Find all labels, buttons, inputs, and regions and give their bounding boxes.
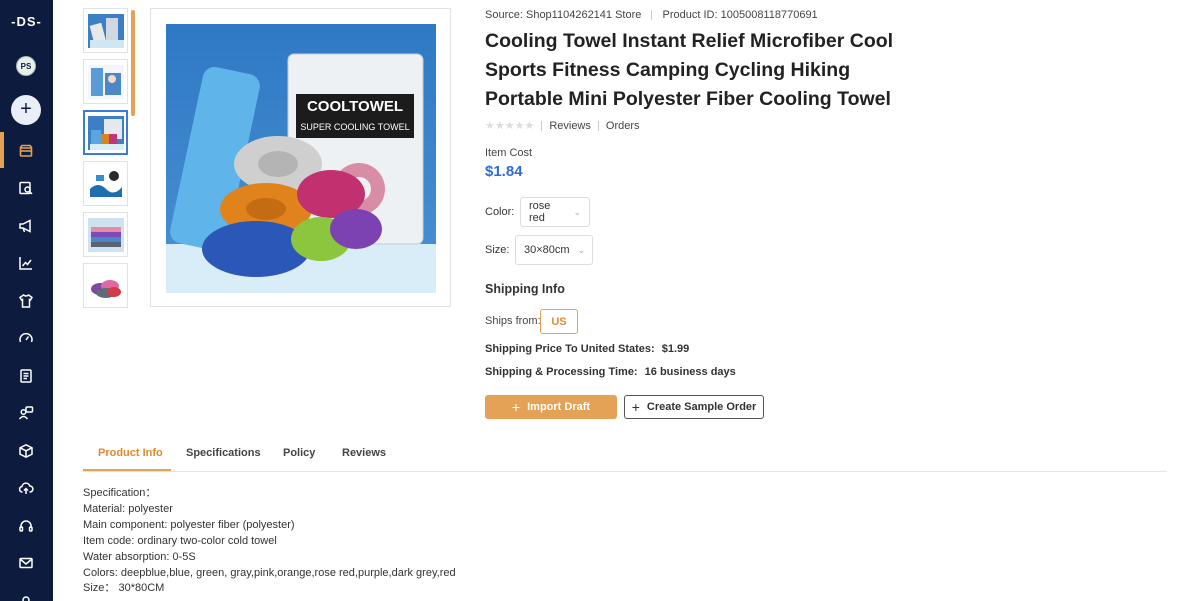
import-draft-label: Import Draft bbox=[527, 401, 591, 413]
product-id: 1005008118770691 bbox=[720, 9, 818, 21]
main-product-image[interactable]: COOLTOWEL SUPER COOLING TOWEL bbox=[150, 8, 451, 307]
nav-active-indicator bbox=[0, 132, 4, 168]
item-cost-label: Item Cost bbox=[485, 147, 533, 159]
product-title: Cooling Towel Instant Relief Microfiber … bbox=[485, 30, 894, 110]
megaphone-icon[interactable] bbox=[16, 216, 36, 236]
thumbnail-1[interactable] bbox=[83, 8, 128, 53]
tab-specifications[interactable]: Specifications bbox=[186, 447, 261, 459]
thumbnail-scrollbar[interactable] bbox=[131, 10, 135, 116]
product-search-icon[interactable] bbox=[16, 178, 36, 198]
thumbnail-3[interactable] bbox=[83, 110, 128, 155]
size-select[interactable]: 30×80cm ⌄ bbox=[515, 235, 593, 265]
color-select[interactable]: rose red ⌄ bbox=[520, 197, 590, 227]
shipping-time-label: Shipping & Processing Time: bbox=[485, 366, 638, 378]
import-draft-button[interactable]: + Import Draft bbox=[485, 395, 617, 419]
source-line: Source: Shop1104262141 Store Product ID:… bbox=[485, 9, 818, 21]
divider bbox=[597, 120, 599, 131]
create-sample-order-label: Create Sample Order bbox=[646, 401, 757, 413]
mail-icon[interactable] bbox=[16, 553, 36, 573]
ships-from-label: Ships from: bbox=[485, 315, 541, 327]
support-agent-icon[interactable] bbox=[16, 403, 36, 423]
thumbnail-4[interactable] bbox=[83, 161, 128, 206]
sidebar: -DS- PS + bbox=[0, 0, 53, 601]
reviews-link[interactable]: Reviews bbox=[549, 120, 591, 132]
description-line: Item code: ordinary two-color cold towel bbox=[83, 534, 277, 547]
description-line: Main component: polyester fiber (polyest… bbox=[83, 518, 295, 531]
orders-link[interactable]: Orders bbox=[606, 120, 640, 132]
chevron-down-icon: ⌄ bbox=[577, 244, 586, 255]
plus-icon: + bbox=[631, 399, 640, 415]
thumbnail-2[interactable] bbox=[83, 59, 128, 104]
active-tab-indicator bbox=[83, 469, 171, 471]
store-icon[interactable] bbox=[16, 141, 36, 161]
thumbnail-5[interactable] bbox=[83, 212, 128, 257]
rating-row: ★★★★★ Reviews Orders bbox=[485, 119, 640, 133]
tab-policy[interactable]: Policy bbox=[283, 447, 315, 459]
plus-icon: + bbox=[511, 399, 521, 415]
shipping-price-label: Shipping Price To United States: bbox=[485, 343, 655, 355]
orders-list-icon[interactable] bbox=[16, 366, 36, 386]
app-logo[interactable]: -DS- bbox=[0, 14, 53, 29]
color-select-value: rose red bbox=[529, 200, 551, 224]
rating-stars-icon: ★★★★★ bbox=[485, 120, 535, 132]
analytics-icon[interactable] bbox=[16, 253, 36, 273]
apparel-icon[interactable] bbox=[16, 291, 36, 311]
headset-icon[interactable] bbox=[16, 516, 36, 536]
settings-icon[interactable] bbox=[16, 590, 36, 601]
chevron-down-icon: ⌄ bbox=[573, 206, 581, 217]
tab-product-info[interactable]: Product Info bbox=[98, 447, 163, 459]
shipping-time-line: Shipping & Processing Time: 16 business … bbox=[485, 366, 736, 378]
product-id-prefix: Product ID: bbox=[662, 9, 718, 21]
description-line: Material: polyester bbox=[83, 502, 173, 515]
shipping-price-line: Shipping Price To United States: $1.99 bbox=[485, 343, 689, 355]
package-icon[interactable] bbox=[16, 441, 36, 461]
package-sub-text: SUPER COOLING TOWEL bbox=[300, 122, 409, 132]
source-prefix: Source: bbox=[485, 9, 523, 21]
create-sample-order-button[interactable]: + Create Sample Order bbox=[624, 395, 764, 419]
product-description: Specification： Material: polyester Main … bbox=[83, 486, 456, 597]
package-brand-text: COOLTOWEL bbox=[307, 98, 403, 115]
user-avatar[interactable]: PS bbox=[16, 56, 36, 76]
add-button[interactable]: + bbox=[11, 95, 41, 125]
thumbnail-list bbox=[83, 8, 129, 314]
ships-from-option[interactable]: US bbox=[540, 309, 578, 334]
dashboard-gauge-icon[interactable] bbox=[16, 328, 36, 348]
size-label: Size: bbox=[485, 244, 510, 256]
shipping-info-heading: Shipping Info bbox=[485, 282, 565, 296]
description-line: Specification： bbox=[83, 487, 157, 499]
thumbnail-6[interactable] bbox=[83, 263, 128, 308]
product-tabs: Product Info Specifications Policy Revie… bbox=[83, 438, 1167, 472]
description-line: Water absorption: 0-5S bbox=[83, 550, 196, 563]
description-line: Colors: deepblue,blue, green, gray,pink,… bbox=[83, 566, 456, 579]
size-select-value: 30×80cm bbox=[524, 244, 570, 256]
shipping-time-value: 16 business days bbox=[644, 366, 736, 378]
cloud-upload-icon[interactable] bbox=[16, 478, 36, 498]
color-label: Color: bbox=[485, 206, 515, 218]
shipping-price-value: $1.99 bbox=[661, 343, 690, 355]
divider bbox=[651, 10, 653, 21]
divider bbox=[541, 120, 543, 131]
tab-reviews[interactable]: Reviews bbox=[342, 447, 386, 459]
item-cost-value: $1.84 bbox=[485, 163, 523, 180]
description-line: Size： 30*80CM bbox=[83, 582, 165, 595]
source-store[interactable]: Shop1104262141 Store bbox=[526, 9, 641, 21]
